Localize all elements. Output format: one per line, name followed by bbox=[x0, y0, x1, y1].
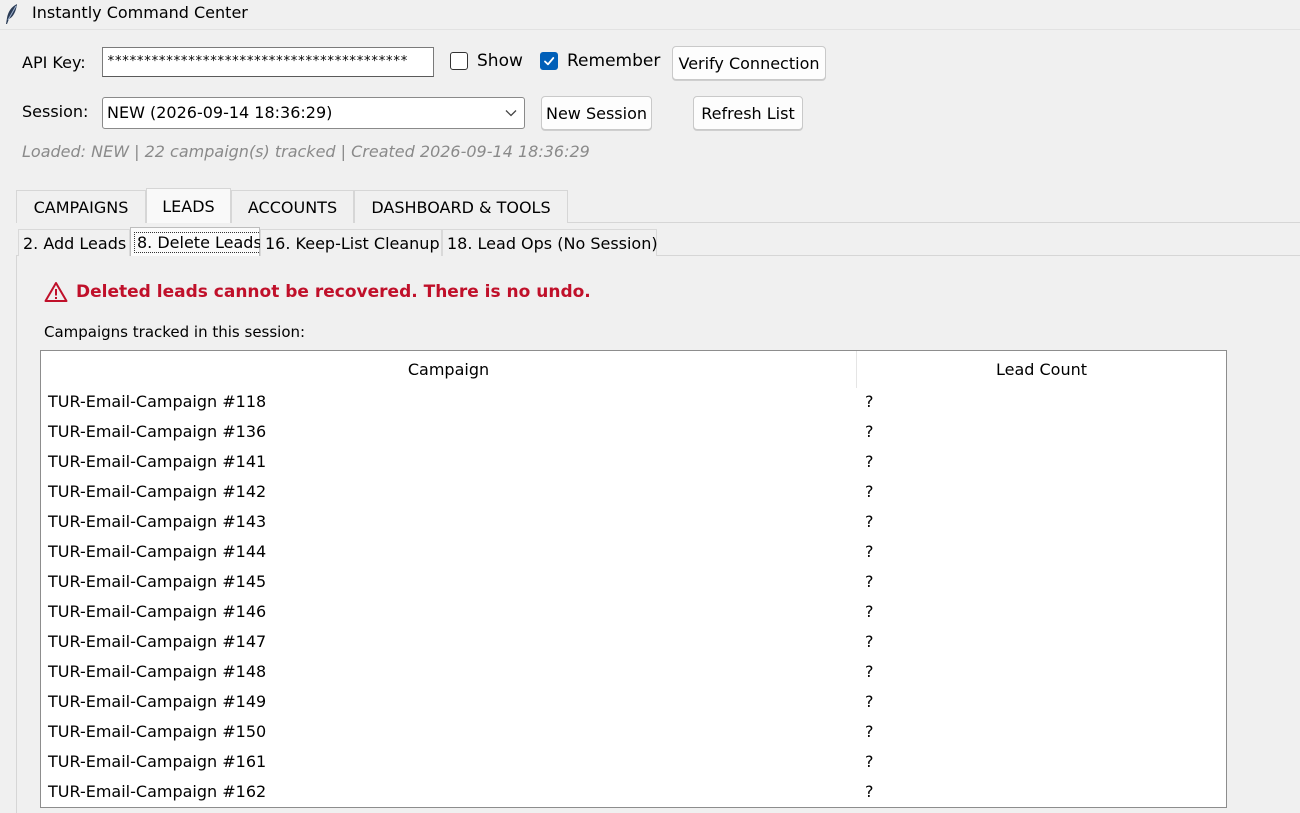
remember-checkbox[interactable]: Remember bbox=[540, 51, 660, 71]
table-row[interactable]: TUR-Email-Campaign #146? bbox=[41, 598, 1226, 628]
cell-lead-count: ? bbox=[865, 482, 874, 501]
session-label: Session: bbox=[22, 102, 89, 121]
cell-campaign: TUR-Email-Campaign #150 bbox=[48, 722, 267, 741]
checkmark-icon bbox=[544, 57, 555, 66]
table-row[interactable]: TUR-Email-Campaign #161? bbox=[41, 748, 1226, 778]
delete-warning-text: Deleted leads cannot be recovered. There… bbox=[76, 282, 591, 302]
cell-campaign: TUR-Email-Campaign #118 bbox=[48, 392, 267, 411]
cell-campaign: TUR-Email-Campaign #144 bbox=[48, 542, 267, 561]
table-header: Campaign Lead Count bbox=[41, 351, 1226, 388]
tab-accounts[interactable]: ACCOUNTS bbox=[231, 190, 354, 223]
cell-lead-count: ? bbox=[865, 392, 874, 411]
cell-campaign: TUR-Email-Campaign #147 bbox=[48, 632, 267, 651]
table-row[interactable]: TUR-Email-Campaign #144? bbox=[41, 538, 1226, 568]
table-row[interactable]: TUR-Email-Campaign #147? bbox=[41, 628, 1226, 658]
warning-triangle-icon bbox=[44, 282, 68, 302]
tab-campaigns[interactable]: CAMPAIGNS bbox=[16, 190, 146, 223]
subtab-add-leads[interactable]: 2. Add Leads bbox=[18, 229, 130, 256]
session-select[interactable]: NEW (2026-09-14 18:36:29) bbox=[102, 97, 525, 129]
table-row[interactable]: TUR-Email-Campaign #148? bbox=[41, 658, 1226, 688]
tab-leads[interactable]: LEADS bbox=[146, 188, 231, 223]
cell-campaign: TUR-Email-Campaign #143 bbox=[48, 512, 267, 531]
chevron-down-icon[interactable] bbox=[504, 106, 518, 120]
show-checkbox[interactable]: Show bbox=[450, 51, 523, 71]
subtab-delete-leads[interactable]: 8. Delete Leads bbox=[130, 227, 265, 256]
refresh-list-button[interactable]: Refresh List bbox=[693, 96, 803, 130]
cell-lead-count: ? bbox=[865, 692, 874, 711]
cell-campaign: TUR-Email-Campaign #161 bbox=[48, 752, 267, 771]
title-bar: Instantly Command Center bbox=[0, 0, 1300, 30]
subtab-keep-list-cleanup[interactable]: 16. Keep-List Cleanup bbox=[260, 229, 442, 256]
tab-dashboard-tools[interactable]: DASHBOARD & TOOLS bbox=[354, 190, 568, 223]
session-select-value: NEW (2026-09-14 18:36:29) bbox=[107, 103, 333, 122]
tracked-campaigns-label: Campaigns tracked in this session: bbox=[44, 323, 306, 341]
cell-campaign: TUR-Email-Campaign #141 bbox=[48, 452, 267, 471]
api-key-label: API Key: bbox=[22, 53, 86, 72]
cell-lead-count: ? bbox=[865, 572, 874, 591]
subtab-lead-ops[interactable]: 18. Lead Ops (No Session) bbox=[442, 229, 658, 256]
session-status: Loaded: NEW | 22 campaign(s) tracked | C… bbox=[22, 142, 590, 161]
cell-lead-count: ? bbox=[865, 722, 874, 741]
subtab-lead-ops-label: 18. Lead Ops (No Session) bbox=[447, 233, 658, 253]
delete-warning: Deleted leads cannot be recovered. There… bbox=[44, 281, 591, 303]
new-session-button[interactable]: New Session bbox=[541, 96, 652, 130]
cell-lead-count: ? bbox=[865, 632, 874, 651]
window-title: Instantly Command Center bbox=[32, 3, 248, 22]
table-body: TUR-Email-Campaign #118? TUR-Email-Campa… bbox=[41, 388, 1226, 807]
cell-lead-count: ? bbox=[865, 782, 874, 801]
table-row[interactable]: TUR-Email-Campaign #149? bbox=[41, 688, 1226, 718]
table-row[interactable]: TUR-Email-Campaign #118? bbox=[41, 388, 1226, 418]
cell-campaign: TUR-Email-Campaign #149 bbox=[48, 692, 267, 711]
cell-campaign: TUR-Email-Campaign #148 bbox=[48, 662, 267, 681]
column-header-lead-count[interactable]: Lead Count bbox=[857, 351, 1226, 388]
verify-connection-button[interactable]: Verify Connection bbox=[672, 46, 826, 80]
subtab-add-leads-label: 2. Add Leads bbox=[23, 233, 127, 253]
table-row[interactable]: TUR-Email-Campaign #145? bbox=[41, 568, 1226, 598]
column-header-campaign[interactable]: Campaign bbox=[41, 351, 857, 388]
table-row[interactable]: TUR-Email-Campaign #141? bbox=[41, 448, 1226, 478]
subtab-keep-list-cleanup-label: 16. Keep-List Cleanup bbox=[265, 233, 440, 253]
cell-lead-count: ? bbox=[865, 542, 874, 561]
cell-campaign: TUR-Email-Campaign #142 bbox=[48, 482, 267, 501]
cell-campaign: TUR-Email-Campaign #136 bbox=[48, 422, 267, 441]
cell-campaign: TUR-Email-Campaign #146 bbox=[48, 602, 267, 621]
cell-lead-count: ? bbox=[865, 452, 874, 471]
table-row[interactable]: TUR-Email-Campaign #142? bbox=[41, 478, 1226, 508]
subtab-delete-leads-label: 8. Delete Leads bbox=[134, 231, 265, 253]
cell-lead-count: ? bbox=[865, 512, 874, 531]
feather-icon bbox=[6, 4, 17, 24]
cell-lead-count: ? bbox=[865, 602, 874, 621]
cell-lead-count: ? bbox=[865, 422, 874, 441]
show-checkbox-box[interactable] bbox=[450, 52, 468, 70]
table-row[interactable]: TUR-Email-Campaign #150? bbox=[41, 718, 1226, 748]
remember-checkbox-label: Remember bbox=[567, 51, 661, 71]
cell-lead-count: ? bbox=[865, 752, 874, 771]
cell-campaign: TUR-Email-Campaign #145 bbox=[48, 572, 267, 591]
campaigns-table[interactable]: Campaign Lead Count TUR-Email-Campaign #… bbox=[40, 350, 1227, 808]
remember-checkbox-box[interactable] bbox=[540, 52, 558, 70]
cell-lead-count: ? bbox=[865, 662, 874, 681]
table-row[interactable]: TUR-Email-Campaign #162? bbox=[41, 778, 1226, 807]
table-row[interactable]: TUR-Email-Campaign #143? bbox=[41, 508, 1226, 538]
cell-campaign: TUR-Email-Campaign #162 bbox=[48, 782, 267, 801]
api-key-input[interactable]: ****************************************… bbox=[102, 47, 434, 77]
table-row[interactable]: TUR-Email-Campaign #136? bbox=[41, 418, 1226, 448]
show-checkbox-label: Show bbox=[477, 51, 523, 71]
